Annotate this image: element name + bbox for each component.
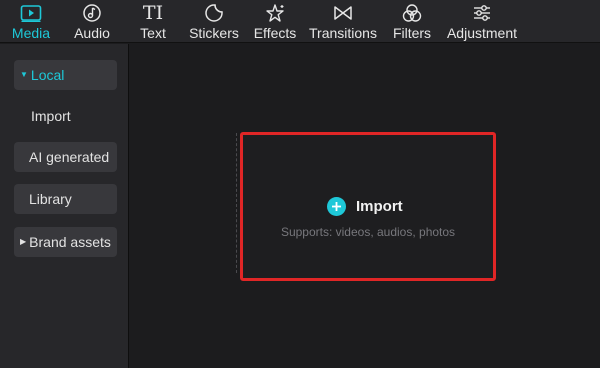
circles-icon (401, 2, 423, 24)
sidebar-item-brand-assets[interactable]: ▶ Brand assets (14, 227, 117, 257)
sidebar-item-local-label: Local (30, 67, 65, 83)
tab-adjustment[interactable]: Adjustment (446, 0, 518, 43)
caret-down-icon: ▼ (20, 70, 28, 80)
sidebar: ▼ Local Import AI generated Library ▶ Bran… (0, 44, 129, 368)
text-ti-icon: TI (142, 2, 164, 24)
tab-transitions[interactable]: Transitions (309, 0, 377, 43)
sidebar-item-ai-generated-label: AI generated (29, 149, 110, 165)
tab-effects-label: Effects (253, 25, 297, 41)
sidebar-item-ai-generated[interactable]: AI generated (14, 142, 117, 172)
import-label: Import (356, 197, 403, 215)
tab-transitions-label: Transitions (309, 25, 377, 41)
tab-effects[interactable]: Effects (253, 0, 297, 43)
music-note-icon (81, 2, 103, 24)
sticker-icon (203, 2, 225, 24)
tab-text[interactable]: TI Text (137, 0, 169, 43)
sidebar-item-local[interactable]: ▼ Local (14, 60, 117, 90)
import-button[interactable]: Import (327, 196, 403, 216)
top-toolbar: Media Audio TI Text Stickers Effects Tra… (0, 0, 600, 43)
tab-audio[interactable]: Audio (71, 0, 113, 43)
sidebar-item-brand-assets-label: Brand assets (29, 234, 111, 250)
dropzone-dashed-border (236, 133, 238, 273)
tab-audio-label: Audio (74, 25, 110, 41)
media-panel: Import Supports: videos, audios, photos (130, 44, 600, 368)
sidebar-item-import[interactable]: Import (14, 101, 117, 131)
tab-stickers[interactable]: Stickers (189, 0, 239, 43)
sliders-icon (471, 2, 493, 24)
supported-formats-text: Supports: videos, audios, photos (280, 225, 456, 239)
tab-filters[interactable]: Filters (392, 0, 432, 43)
caret-right-icon: ▶ (20, 237, 27, 247)
tab-text-label: Text (140, 25, 166, 41)
tab-stickers-label: Stickers (189, 25, 239, 41)
tab-media[interactable]: Media (8, 0, 54, 43)
tab-adjustment-label: Adjustment (446, 25, 518, 41)
sidebar-item-library-label: Library (29, 191, 72, 207)
sidebar-item-library[interactable]: Library (14, 184, 117, 214)
sparkle-star-icon (264, 2, 286, 24)
play-square-icon (20, 2, 42, 24)
sidebar-item-import-label: Import (31, 108, 71, 124)
bowtie-icon (332, 2, 354, 24)
tab-media-label: Media (11, 25, 51, 41)
import-dropzone[interactable]: Import Supports: videos, audios, photos (236, 132, 496, 281)
plus-icon (327, 196, 346, 216)
tab-filters-label: Filters (392, 25, 432, 41)
